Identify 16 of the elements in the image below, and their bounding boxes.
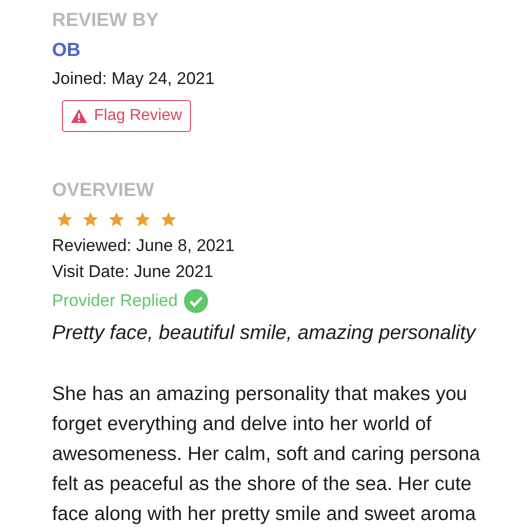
- visit-date: Visit Date: June 2021: [52, 261, 214, 283]
- star-icon: [82, 211, 99, 228]
- review-text: She has an amazing personality that makes you forget everything and delve into her world of awesomeness. Her calm, soft and caring persona felt as peaceful as the shore of the sea. Her cute face along with her pretty smile and sweet aroma: [52, 382, 482, 527]
- reviewed-date: Reviewed: June 8, 2021: [52, 235, 236, 257]
- flag-review-button[interactable]: Flag Review: [62, 100, 192, 132]
- review-title: Pretty face, beautiful smile, amazing personality: [52, 321, 478, 346]
- star-icon: [160, 211, 177, 228]
- joined-date: Joined: May 24, 2021: [52, 68, 216, 90]
- section-heading: OVERVIEW: [52, 179, 156, 203]
- warning-icon: [71, 109, 87, 123]
- provider-replied-label: Provider Replied: [52, 291, 178, 311]
- star-icon: [108, 211, 125, 228]
- reviewer-name[interactable]: OB: [52, 36, 527, 66]
- section-heading: REVIEW BY: [52, 9, 160, 33]
- star-icon: [134, 211, 151, 228]
- star-icon: [56, 211, 73, 228]
